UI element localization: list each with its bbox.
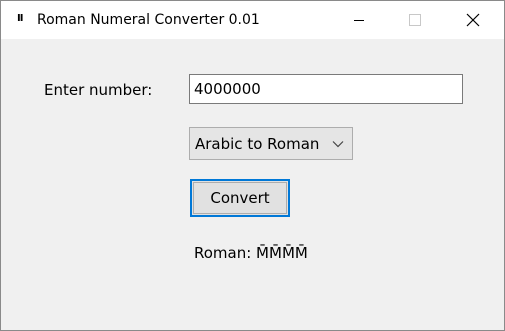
result-text: Roman: M̄M̄M̄M̄	[194, 244, 308, 262]
minimize-button[interactable]	[336, 1, 382, 39]
number-label: Enter number:	[44, 81, 153, 99]
window-title: Roman Numeral Converter 0.01	[37, 12, 260, 28]
maximize-icon	[409, 14, 421, 26]
number-input[interactable]	[189, 74, 463, 104]
maximize-button[interactable]	[392, 1, 438, 39]
app-window: II Roman Numeral Converter 0.01 Enter nu…	[0, 0, 505, 331]
conversion-mode-value: Arabic to Roman	[195, 134, 320, 153]
close-button[interactable]	[450, 1, 496, 39]
convert-button[interactable]: Convert	[190, 179, 290, 217]
minimize-icon	[354, 20, 364, 21]
app-icon: II	[17, 13, 23, 24]
convert-button-label: Convert	[210, 189, 270, 207]
close-icon	[466, 13, 480, 27]
conversion-mode-dropdown[interactable]: Arabic to Roman	[189, 127, 353, 160]
title-bar[interactable]: II Roman Numeral Converter 0.01	[1, 1, 504, 39]
chevron-down-icon	[332, 141, 344, 148]
